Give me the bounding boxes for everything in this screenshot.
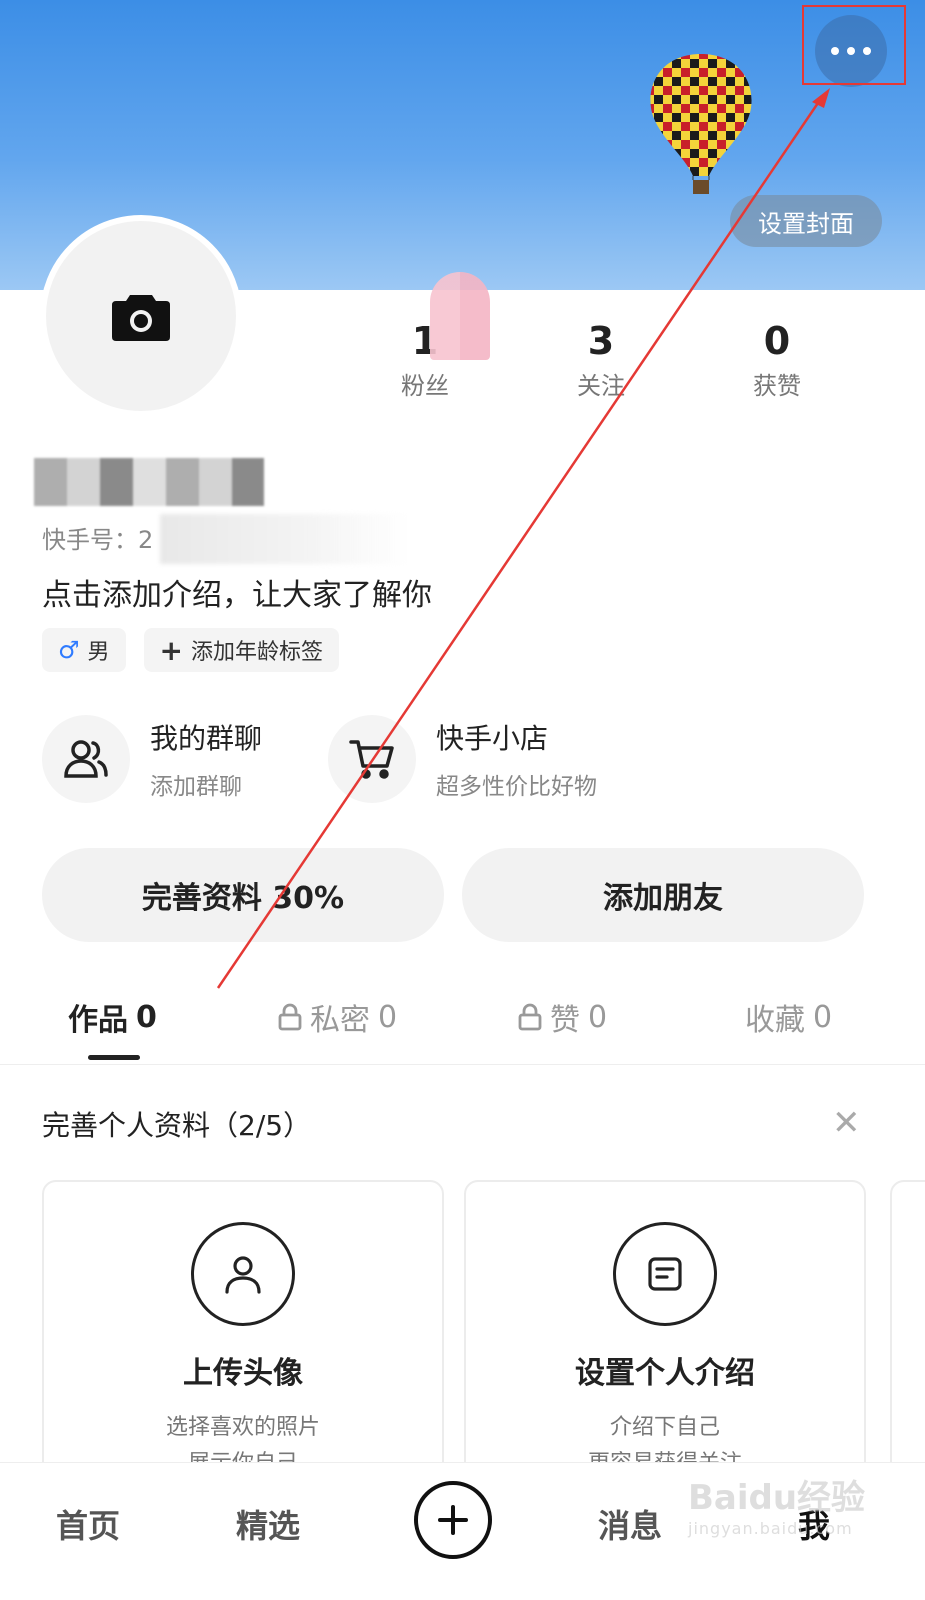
bottom-nav: 首页 精选 消息 我 (0, 1462, 925, 1600)
user-icon (191, 1222, 295, 1326)
tab-favorites[interactable]: 收藏 0 (745, 995, 832, 1039)
document-icon (613, 1222, 717, 1326)
tab-count: 0 (813, 999, 833, 1035)
tab-label: 作品 (68, 1003, 128, 1038)
close-icon[interactable]: ✕ (832, 1106, 861, 1140)
nav-messages[interactable]: 消息 (598, 1501, 662, 1547)
card-title: 设置个人介绍 (575, 1356, 755, 1391)
stat-label: 粉丝 (401, 372, 449, 400)
stat-value: 0 (763, 319, 791, 363)
kwai-id-blur (160, 514, 410, 564)
complete-profile-title: 完善个人资料（2/5） (42, 1109, 312, 1142)
set-cover-button[interactable]: 设置封面 (730, 195, 882, 247)
bio-prompt[interactable]: 点击添加介绍，让大家了解你 (42, 570, 432, 614)
tab-label: 收藏 (745, 1003, 805, 1038)
active-tab-indicator (88, 1055, 140, 1060)
lock-icon (518, 1003, 542, 1031)
more-options-button[interactable] (815, 15, 887, 87)
complete-profile-button[interactable]: 完善资料 30% (42, 848, 444, 942)
gender-label: 男 (87, 640, 110, 665)
hot-air-balloon-image (650, 54, 752, 194)
tab-works[interactable]: 作品 0 (68, 995, 157, 1039)
avatar-upload[interactable] (40, 215, 242, 417)
nav-me[interactable]: 我 (798, 1501, 830, 1547)
gender-tag[interactable]: ♂ 男 (42, 628, 126, 672)
plus-icon: + (159, 633, 183, 667)
card-title: 上传头像 (183, 1356, 303, 1391)
kwai-shop-shortcut[interactable]: 快手小店 超多性价比好物 (328, 715, 597, 803)
stat-likes[interactable]: 0 获赞 (712, 318, 842, 401)
add-age-tag-button[interactable]: + 添加年龄标签 (143, 628, 340, 672)
more-dot (863, 47, 871, 55)
nav-home[interactable]: 首页 (56, 1501, 120, 1547)
add-friends-button[interactable]: 添加朋友 (462, 848, 864, 942)
stat-following[interactable]: 3 关注 (536, 318, 666, 401)
shortcut-title: 我的群聊 (150, 722, 263, 755)
lock-icon (278, 1003, 302, 1031)
create-button[interactable] (414, 1481, 492, 1559)
tab-private[interactable]: 私密 0 (278, 995, 397, 1039)
cart-icon (328, 715, 416, 803)
add-age-tag-label: 添加年龄标签 (191, 640, 324, 665)
shortcut-subtitle: 超多性价比好物 (436, 774, 597, 800)
camera-icon (112, 295, 170, 341)
male-icon: ♂ (58, 636, 80, 664)
kwai-id: 快手号：2 (42, 526, 154, 554)
more-dot (831, 47, 839, 55)
nav-featured[interactable]: 精选 (236, 1501, 300, 1547)
card-subtitle-line: 选择喜欢的照片 (165, 1415, 320, 1440)
tab-liked[interactable]: 赞 0 (518, 995, 607, 1039)
tab-count: 0 (588, 999, 608, 1035)
stat-label: 关注 (577, 372, 625, 400)
username-blurred (34, 458, 264, 506)
upload-avatar-card[interactable]: 上传头像 选择喜欢的照片 展示你自己 (42, 1180, 444, 1480)
plus-icon (438, 1505, 468, 1535)
group-chat-icon (42, 715, 130, 803)
privacy-blur (430, 272, 490, 360)
shortcut-title: 快手小店 (436, 722, 549, 755)
stat-label: 获赞 (753, 372, 801, 400)
tab-label: 赞 (550, 1003, 580, 1038)
tabs-divider (0, 1064, 925, 1065)
shortcut-subtitle: 添加群聊 (150, 774, 242, 800)
tab-count: 0 (136, 999, 157, 1035)
group-chat-shortcut[interactable]: 我的群聊 添加群聊 (42, 715, 262, 803)
content-tabs: 作品 0 私密 0 赞 0 收藏 0 (0, 995, 925, 1063)
profile-tags: ♂ 男 + 添加年龄标签 (42, 628, 340, 672)
tab-count: 0 (378, 999, 398, 1035)
stat-value: 3 (587, 319, 615, 363)
tab-label: 私密 (310, 1003, 370, 1038)
card-subtitle-line: 介绍下自己 (609, 1415, 720, 1440)
set-bio-card[interactable]: 设置个人介绍 介绍下自己 更容易获得关注 (464, 1180, 866, 1480)
more-dot (847, 47, 855, 55)
next-card-peek[interactable] (890, 1180, 925, 1480)
